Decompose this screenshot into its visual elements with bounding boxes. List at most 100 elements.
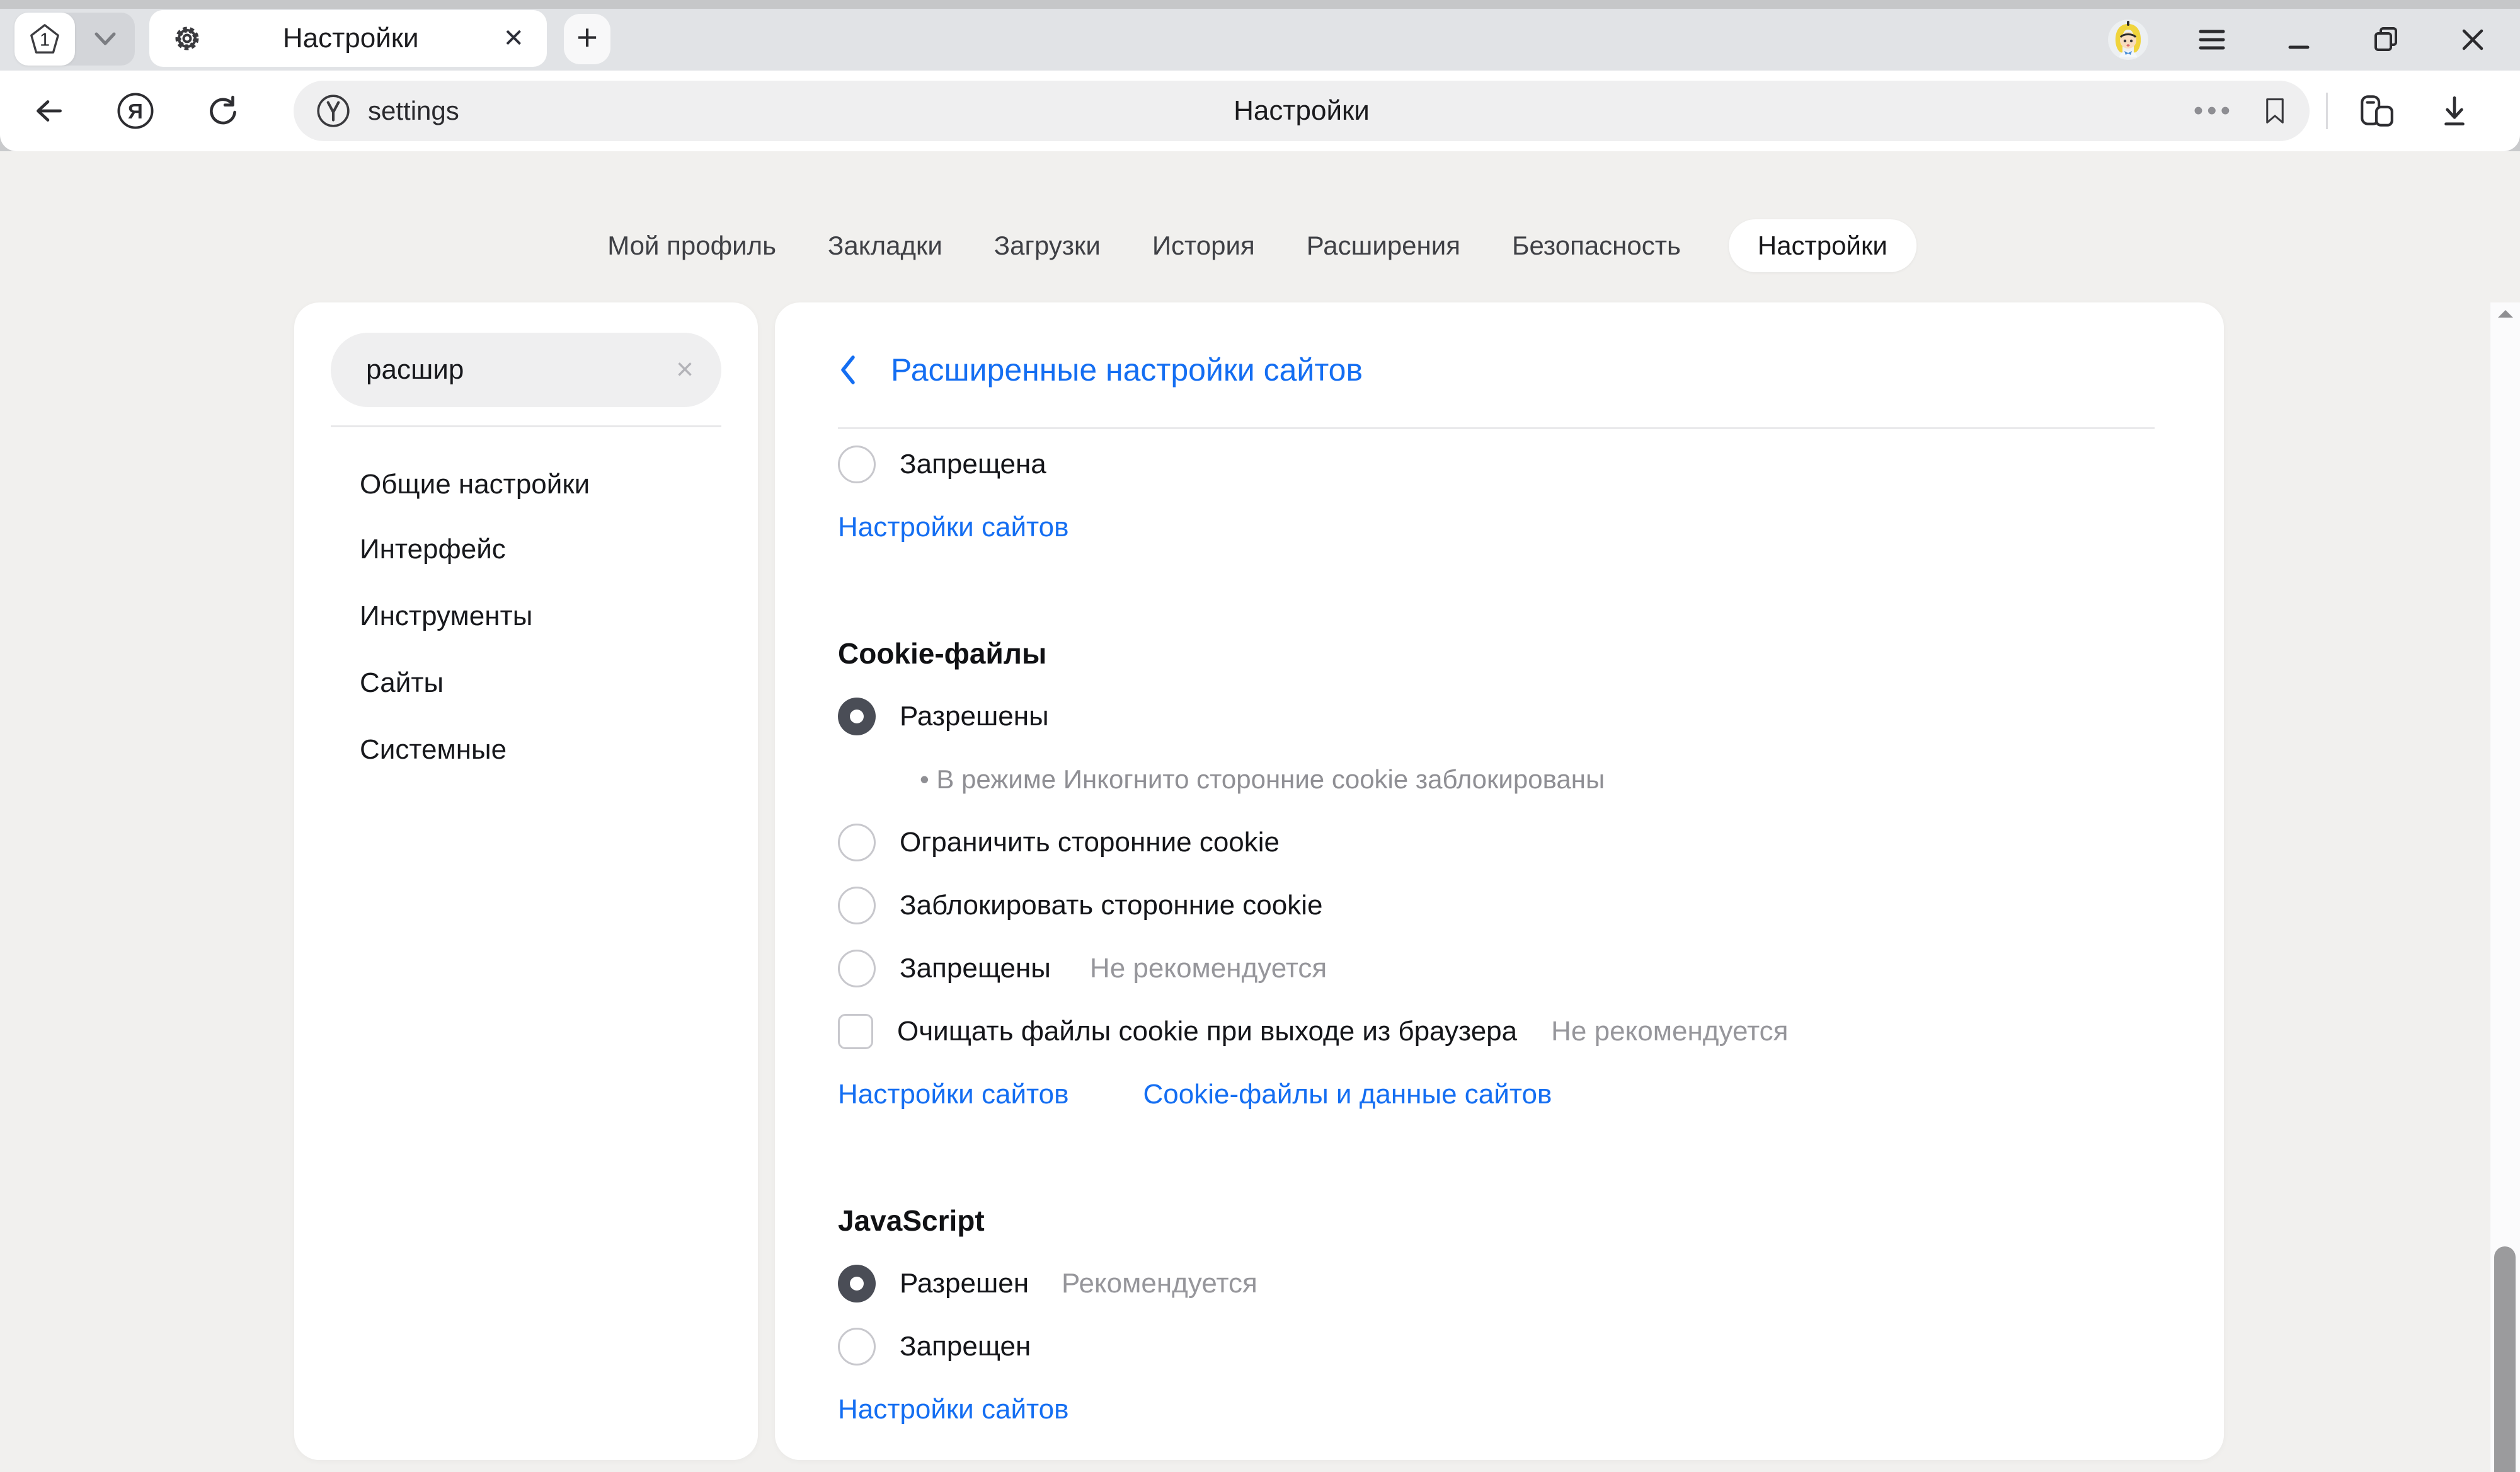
window-controls (2108, 9, 2520, 71)
plus-icon: + (576, 20, 598, 56)
radio-unchecked[interactable] (838, 446, 876, 483)
option-row[interactable]: Разрешены (838, 685, 2155, 748)
option-row[interactable]: Запрещен (838, 1315, 2155, 1378)
scrollbar-thumb[interactable] (2494, 1246, 2516, 1472)
url-text[interactable]: settings (368, 96, 459, 126)
option-row[interactable]: Запрещена (838, 433, 2155, 496)
site-settings-link[interactable]: Настройки сайтов (838, 512, 1069, 543)
toolbar-divider (2326, 93, 2328, 129)
panels-icon (2357, 91, 2396, 130)
tab-group-pentagon-icon: 1 (28, 22, 62, 56)
reload-button[interactable] (205, 93, 242, 129)
option-row[interactable]: Разрешен Рекомендуется (838, 1252, 2155, 1315)
address-more-icon[interactable]: ••• (2194, 95, 2234, 127)
bookmark-icon[interactable] (2262, 95, 2288, 127)
search-clear-icon[interactable]: × (676, 355, 694, 385)
radio-unchecked[interactable] (838, 824, 876, 861)
tab-close-icon[interactable]: ✕ (499, 26, 528, 51)
svg-text:Я: Я (128, 100, 143, 124)
scroll-up-arrow-icon (2497, 309, 2514, 319)
sidebar-item-general[interactable]: Общие настройки (294, 453, 758, 516)
window-edge (0, 0, 2520, 9)
radio-checked[interactable] (838, 698, 876, 735)
tab-bar: 1 Настройки ✕ + (0, 9, 2520, 71)
maximize-button[interactable] (2371, 26, 2400, 54)
incognito-note-row: • В режиме Инкогнито сторонние cookie за… (838, 748, 2155, 811)
nav-tab-history[interactable]: История (1148, 219, 1259, 272)
incognito-note: • В режиме Инкогнито сторонние cookie за… (920, 764, 1605, 795)
chevron-left-icon[interactable] (838, 354, 857, 386)
option-label: Заблокировать сторонние cookie (900, 890, 1323, 921)
profile-avatar-icon (2108, 20, 2148, 60)
radio-unchecked[interactable] (838, 1328, 876, 1366)
nav-tab-extensions[interactable]: Расширения (1303, 219, 1464, 272)
javascript-section-heading: JavaScript (838, 1189, 2155, 1252)
option-row[interactable]: Ограничить сторонние cookie (838, 811, 2155, 874)
checkbox-row[interactable]: Очищать файлы cookie при выходе из брауз… (838, 1000, 2155, 1063)
settings-search-input[interactable]: расшир × (331, 333, 721, 407)
search-value[interactable]: расшир (366, 354, 676, 386)
download-icon (2436, 93, 2473, 129)
nav-tab-bookmarks[interactable]: Закладки (824, 219, 946, 272)
checkbox-label: Очищать файлы cookie при выходе из брауз… (897, 1016, 1517, 1047)
settings-sidebar: расшир × Общие настройки Интерфейс Инстр… (294, 302, 758, 1460)
sidebar-item-interface[interactable]: Интерфейс (294, 516, 758, 583)
gear-icon (172, 23, 202, 54)
site-settings-link[interactable]: Настройки сайтов (838, 1394, 1069, 1425)
back-button[interactable] (30, 93, 67, 129)
radio-unchecked[interactable] (838, 887, 876, 924)
radio-unchecked[interactable] (838, 950, 876, 987)
side-panel-button[interactable] (2357, 91, 2396, 130)
recommended-note: Рекомендуется (1062, 1268, 1257, 1299)
sidebar-item-system[interactable]: Системные (294, 716, 758, 783)
back-arrow-icon (30, 93, 67, 129)
option-label: Ограничить сторонние cookie (900, 827, 1280, 858)
avatar[interactable] (2108, 20, 2148, 60)
menu-button[interactable] (2197, 29, 2226, 50)
yandex-home-button[interactable]: Я (116, 91, 155, 130)
site-settings-link[interactable]: Настройки сайтов (838, 1079, 1069, 1110)
minimize-button[interactable] (2284, 27, 2313, 52)
tab-group-tile[interactable]: 1 (14, 13, 75, 66)
links-row: Настройки сайтов Cookie-файлы и данные с… (838, 1063, 2155, 1126)
scroll-up-button[interactable] (2497, 309, 2514, 319)
option-row[interactable]: Запрещены Не рекомендуется (838, 937, 2155, 1000)
tab-settings[interactable]: Настройки ✕ (149, 10, 547, 67)
page-scrollbar[interactable] (2490, 302, 2520, 1472)
links-row: Настройки сайтов (838, 1378, 2155, 1441)
content-header: Расширенные настройки сайтов (838, 348, 2155, 392)
option-label: Запрещен (900, 1331, 1031, 1362)
new-tab-button[interactable]: + (564, 14, 610, 64)
nav-tab-profile[interactable]: Мой профиль (604, 219, 780, 272)
sidebar-item-tools[interactable]: Инструменты (294, 583, 758, 650)
tab-group[interactable]: 1 (14, 13, 135, 66)
tab-title: Настройки (202, 23, 499, 54)
tab-group-expand-button[interactable] (75, 31, 135, 47)
site-badge-icon[interactable] (315, 93, 352, 129)
close-window-button[interactable] (2458, 27, 2487, 52)
maximize-icon (2372, 26, 2400, 54)
option-label: Разрешены (900, 701, 1049, 732)
checkbox-unchecked[interactable] (838, 1014, 873, 1049)
option-label: Запрещена (900, 449, 1046, 480)
nav-tab-security[interactable]: Безопасность (1508, 219, 1685, 272)
page-title[interactable]: Расширенные настройки сайтов (891, 352, 1363, 388)
chevron-down-icon (93, 31, 118, 47)
links-row: Настройки сайтов (838, 496, 2155, 559)
address-bar[interactable]: settings Настройки ••• (294, 81, 2310, 141)
sidebar-item-sites[interactable]: Сайты (294, 650, 758, 716)
option-row[interactable]: Заблокировать сторонние cookie (838, 874, 2155, 937)
address-page-title: Настройки (294, 95, 2310, 127)
sidebar-divider (331, 425, 721, 427)
nav-tab-settings[interactable]: Настройки (1729, 219, 1916, 272)
option-label: Разрешен (900, 1268, 1029, 1299)
radio-checked[interactable] (838, 1265, 876, 1302)
nav-tab-downloads[interactable]: Загрузки (990, 219, 1104, 272)
not-recommended-note: Не рекомендуется (1551, 1016, 1788, 1047)
option-label: Запрещены (900, 953, 1051, 984)
downloads-button[interactable] (2436, 93, 2473, 129)
cookie-section-heading: Cookie-файлы (838, 622, 2155, 685)
settings-page: Мой профиль Закладки Загрузки История Ра… (0, 151, 2520, 1472)
svg-text:1: 1 (40, 30, 50, 50)
cookie-data-link[interactable]: Cookie-файлы и данные сайтов (1143, 1079, 1552, 1110)
